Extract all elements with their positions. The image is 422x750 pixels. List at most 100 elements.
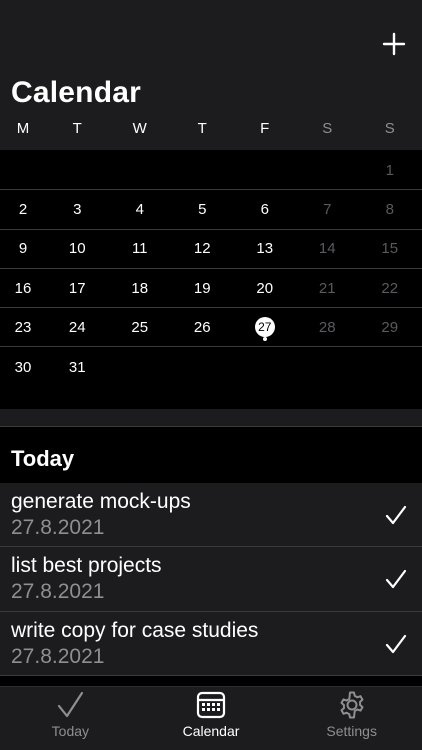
calendar-day[interactable]: 30 bbox=[0, 347, 46, 386]
calendar-day[interactable]: 10 bbox=[46, 230, 109, 268]
calendar-day[interactable]: 26 bbox=[171, 308, 234, 346]
calendar-day[interactable]: 25 bbox=[109, 308, 172, 346]
calendar-day[interactable]: 21 bbox=[296, 269, 359, 307]
tab-calendar[interactable]: Calendar bbox=[141, 687, 282, 750]
day-number: 5 bbox=[198, 200, 207, 218]
checkmark-icon[interactable] bbox=[384, 567, 408, 591]
calendar-empty-cell bbox=[234, 151, 297, 189]
calendar-empty-cell bbox=[296, 151, 359, 189]
tab-label: Calendar bbox=[182, 723, 240, 739]
task-title: write copy for case studies bbox=[11, 618, 259, 642]
calendar-day[interactable]: 28 bbox=[296, 308, 359, 346]
calendar-empty-cell bbox=[46, 151, 109, 189]
calendar-week-row: 23 24 25 26 27 28 29 bbox=[0, 308, 422, 348]
day-number: 13 bbox=[256, 240, 274, 258]
calendar-day[interactable]: 24 bbox=[46, 308, 109, 346]
calendar-day[interactable]: 19 bbox=[171, 269, 234, 307]
calendar-empty-cell bbox=[359, 347, 422, 386]
calendar-day[interactable]: 6 bbox=[234, 190, 297, 228]
calendar-day[interactable]: 8 bbox=[359, 190, 422, 228]
day-number: 9 bbox=[18, 240, 28, 258]
page-title: Calendar bbox=[11, 76, 141, 109]
task-date: 27.8.2021 bbox=[11, 580, 105, 604]
calendar-day[interactable]: 12 bbox=[171, 230, 234, 268]
day-number: 7 bbox=[323, 200, 332, 218]
calendar-day[interactable]: 11 bbox=[109, 230, 172, 268]
calendar-icon bbox=[196, 691, 226, 719]
calendar-day[interactable]: 5 bbox=[171, 190, 234, 228]
day-number: 23 bbox=[14, 318, 32, 336]
calendar-day[interactable]: 7 bbox=[296, 190, 359, 228]
calendar-day[interactable]: 17 bbox=[46, 269, 109, 307]
day-number: 27 bbox=[254, 317, 275, 338]
calendar-empty-cell bbox=[109, 347, 172, 386]
calendar-day[interactable]: 20 bbox=[234, 269, 297, 307]
task-item[interactable]: list best projects 27.8.2021 bbox=[0, 547, 422, 612]
checkmark-icon[interactable] bbox=[384, 503, 408, 527]
calendar-day[interactable]: 18 bbox=[109, 269, 172, 307]
calendar-day[interactable]: 14 bbox=[296, 230, 359, 268]
task-date: 27.8.2021 bbox=[11, 516, 105, 539]
tab-bar: Today Calendar Settings bbox=[0, 686, 422, 750]
calendar-day[interactable]: 4 bbox=[109, 190, 172, 228]
task-date: 27.8.2021 bbox=[11, 644, 105, 668]
calendar-empty-cell bbox=[0, 151, 46, 189]
task-title: list best projects bbox=[11, 554, 162, 578]
weekday-label: S bbox=[384, 120, 395, 137]
day-number: 19 bbox=[193, 279, 211, 297]
calendar-header: Calendar M T W T F S S bbox=[0, 0, 422, 150]
calendar-empty-cell bbox=[234, 347, 297, 386]
task-title: generate mock-ups bbox=[11, 490, 191, 513]
task-item[interactable]: write copy for case studies 27.8.2021 bbox=[0, 611, 422, 676]
day-number: 15 bbox=[381, 240, 399, 258]
calendar-week-row: 1 bbox=[0, 151, 422, 191]
calendar-day[interactable]: 29 bbox=[359, 308, 422, 346]
calendar-day[interactable]: 1 bbox=[359, 151, 422, 189]
day-number: 25 bbox=[131, 318, 149, 336]
day-number: 3 bbox=[73, 200, 82, 218]
checkmark-icon[interactable] bbox=[384, 632, 408, 656]
day-number: 24 bbox=[68, 318, 86, 336]
calendar-week-row: 16 17 18 19 20 21 22 bbox=[0, 269, 422, 309]
day-number: 11 bbox=[131, 240, 148, 258]
day-number: 14 bbox=[318, 240, 336, 258]
weekday-label: T bbox=[197, 120, 207, 137]
calendar-day[interactable]: 2 bbox=[0, 190, 46, 228]
calendar-day[interactable]: 31 bbox=[46, 347, 109, 386]
weekday-label: T bbox=[72, 120, 82, 137]
plus-icon bbox=[382, 32, 406, 56]
section-divider bbox=[0, 409, 422, 427]
gear-icon bbox=[340, 691, 364, 719]
weekday-header: M T W T F S S bbox=[0, 120, 422, 142]
tab-today[interactable]: Today bbox=[0, 687, 141, 750]
calendar-day[interactable]: 22 bbox=[359, 269, 422, 307]
today-task-list: generate mock-ups 27.8.2021 list best pr… bbox=[0, 483, 422, 676]
tab-label: Settings bbox=[326, 723, 377, 739]
calendar-day[interactable]: 23 bbox=[0, 308, 46, 346]
day-number: 17 bbox=[68, 279, 86, 297]
weekday-label: M bbox=[16, 120, 30, 137]
day-number: 2 bbox=[18, 200, 28, 218]
day-number: 10 bbox=[68, 240, 86, 258]
day-number: 28 bbox=[318, 318, 336, 336]
calendar-day[interactable]: 13 bbox=[234, 230, 297, 268]
calendar-empty-cell bbox=[171, 347, 234, 386]
weekday-label: F bbox=[260, 120, 270, 137]
calendar-day[interactable]: 3 bbox=[46, 190, 109, 228]
day-number: 22 bbox=[381, 279, 399, 297]
add-button[interactable] bbox=[380, 30, 408, 58]
calendar-empty-cell bbox=[109, 151, 172, 189]
calendar-day[interactable]: 9 bbox=[0, 230, 46, 268]
calendar-day[interactable]: 16 bbox=[0, 269, 46, 307]
calendar-week-row: 2 3 4 5 6 7 8 bbox=[0, 190, 422, 230]
task-item[interactable]: generate mock-ups 27.8.2021 bbox=[0, 483, 422, 548]
day-number: 29 bbox=[381, 318, 399, 336]
day-number: 21 bbox=[318, 279, 336, 297]
day-number: 20 bbox=[256, 279, 274, 297]
calendar-day[interactable]: 27 bbox=[234, 308, 297, 346]
weekday-label: S bbox=[322, 120, 333, 137]
day-number: 31 bbox=[68, 358, 86, 376]
calendar-day[interactable]: 15 bbox=[359, 230, 422, 268]
tab-settings[interactable]: Settings bbox=[281, 687, 422, 750]
tab-label: Today bbox=[51, 723, 90, 739]
